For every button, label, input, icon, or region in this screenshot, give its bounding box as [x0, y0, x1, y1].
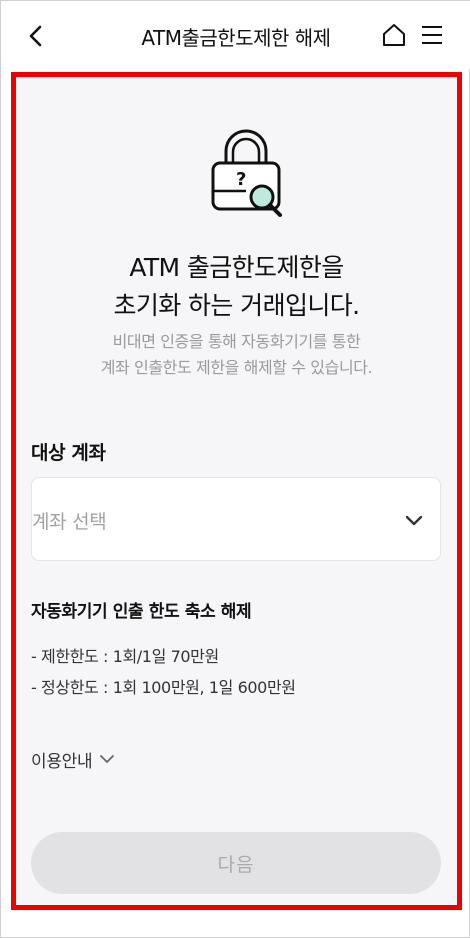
headline-line-2: 초기화 하는 거래입니다.: [113, 291, 360, 320]
usage-guide-toggle[interactable]: 이용안내: [31, 747, 116, 772]
account-section-label: 대상 계좌: [31, 442, 106, 464]
account-select-placeholder: 계좌 선택: [32, 511, 107, 533]
account-select[interactable]: 계좌 선택: [31, 477, 441, 561]
hamburger-menu-icon: [422, 26, 442, 44]
limit-release-title: 자동화기기 인출 한도 축소 해제: [31, 602, 252, 622]
app-screen: ATM출금한도제한 해제 ? ATM 출금한도제한을 초기화 하는 거래입니다.…: [0, 0, 470, 938]
svg-text:?: ?: [236, 169, 246, 190]
home-icon: [383, 24, 405, 46]
normal-limit-text: - 정상한도 : 1회 100만원, 1일 600만원: [31, 678, 296, 697]
chevron-down-icon: [100, 755, 115, 763]
restricted-limit-text: - 제한한도 : 1회/1일 70만원: [31, 647, 219, 666]
next-button[interactable]: 다음: [31, 832, 441, 894]
headline-line-1: ATM 출금한도제한을: [129, 253, 344, 282]
menu-button[interactable]: [415, 18, 449, 52]
next-button-label: 다음: [217, 853, 255, 876]
home-button[interactable]: [377, 18, 411, 52]
intro-description: 비대면 인증을 통해 자동화기기를 통한 계좌 인출한도 제한을 해제할 수 있…: [16, 329, 457, 381]
content-panel: ? ATM 출금한도제한을 초기화 하는 거래입니다. 비대면 인증을 통해 자…: [11, 72, 462, 910]
description-line-1: 비대면 인증을 통해 자동화기기를 통한: [112, 332, 361, 351]
intro-headline: ATM 출금한도제한을 초기화 하는 거래입니다.: [16, 249, 457, 325]
chevron-down-icon: [405, 515, 423, 526]
top-header: ATM출금한도제한 해제: [1, 1, 470, 69]
lock-question-magnifier-icon: ?: [211, 129, 282, 217]
description-line-2: 계좌 인출한도 제한을 해제할 수 있습니다.: [100, 358, 373, 377]
usage-guide-label: 이용안내: [31, 751, 93, 772]
